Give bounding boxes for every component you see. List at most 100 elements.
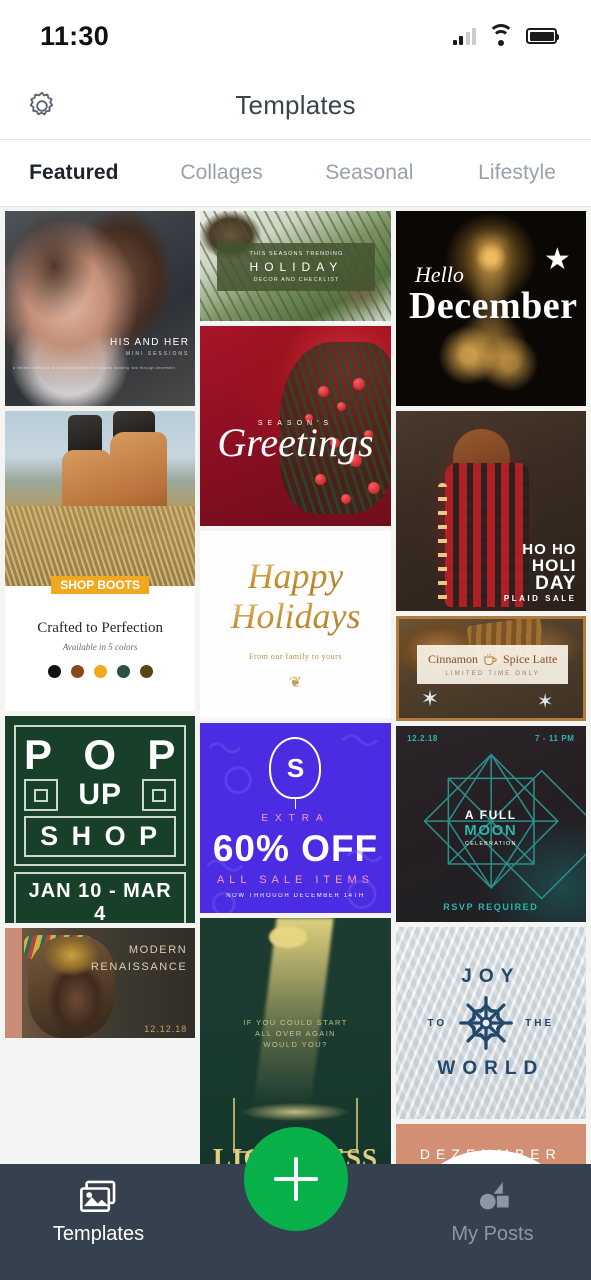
swatch-olive	[139, 664, 153, 678]
battery-icon	[526, 28, 559, 44]
photos-icon	[79, 1180, 115, 1213]
pop-up-shop-frame: P O P UP S H O P	[14, 725, 187, 866]
greetings-text: SEASON'S Greetings	[200, 420, 390, 466]
sale-note: NOW THROUGH DECEMBER 14TH	[226, 893, 365, 899]
happy-holidays-line1: Happy	[247, 556, 344, 597]
boots-subheading: Available in 5 colors	[62, 641, 138, 652]
pop-up-shop-details: JAN 10 - MAR 4 BEAVER ST STUDIOS OPENING…	[14, 872, 187, 923]
bottom-navigation: Templates My Posts	[0, 1127, 591, 1280]
joy-word-the: THE	[525, 1017, 555, 1029]
create-new-button[interactable]	[243, 1127, 348, 1231]
tab-lifestyle[interactable]: Lifestyle	[443, 161, 591, 185]
app-header: Templates	[0, 72, 591, 140]
template-card-his-and-her[interactable]: HIS AND HER MINI SESSIONS a limited coll…	[5, 211, 196, 406]
pop-square-left	[24, 779, 58, 811]
settings-button[interactable]	[20, 84, 64, 128]
full-moon-line3: CELEBRATION	[465, 841, 517, 848]
his-and-her-title: HIS AND HER	[110, 337, 190, 348]
boots-color-swatches	[47, 664, 153, 678]
hello-december-line1: Hello	[414, 261, 464, 287]
status-indicators	[452, 23, 559, 46]
status-bar: 11:30	[0, 0, 591, 72]
wifi-icon	[488, 23, 514, 46]
template-card-holiday-checklist[interactable]: THIS SEASONS TRENDING HOLIDAY DECOR AND …	[200, 211, 391, 321]
nav-item-templates[interactable]: Templates	[0, 1164, 197, 1246]
snowflake-cookie-left: ✶	[420, 686, 440, 712]
shop-boots-tag: SHOP BOOTS	[51, 576, 150, 594]
ho-ho-tagline: PLAID SALE	[503, 594, 577, 603]
ho-ho-line1: HO HO	[522, 541, 577, 558]
template-card-seasons-greetings[interactable]: SEASON'S Greetings	[200, 326, 391, 526]
boots-info: Crafted to Perfection Available in 5 col…	[5, 586, 196, 711]
lightness-quote: IF YOU COULD START ALL OVER AGAIN WOULD …	[200, 1018, 390, 1051]
joy-text-group: JOY TO THE WORLD	[427, 966, 554, 1080]
swatch-black	[47, 664, 61, 678]
grid-column-2: THIS SEASONS TRENDING HOLIDAY DECOR AND …	[200, 211, 391, 1194]
cinnamon-right-text: Spice Latte	[503, 651, 558, 666]
gear-icon	[29, 91, 54, 115]
cinnamon-left-text: Cinnamon	[428, 651, 478, 666]
nav-label-templates: Templates	[52, 1223, 145, 1245]
swatch-amber	[93, 664, 107, 678]
full-moon-line2: MOON	[464, 822, 518, 840]
shapes-icon	[479, 1181, 509, 1210]
renaissance-title-line2: RENAISSANCE	[90, 961, 188, 974]
template-card-joy-to-the-world[interactable]: JOY TO THE WORLD	[395, 927, 586, 1119]
joy-word-world: WORLD	[437, 1058, 545, 1079]
swatch-brown	[70, 664, 84, 678]
his-and-her-body: a limited collection of holiday portrait…	[13, 366, 176, 370]
category-tabs: Featured Collages Seasonal Lifestyle	[0, 140, 591, 207]
tab-featured[interactable]: Featured	[0, 161, 148, 185]
template-grid: HIS AND HER MINI SESSIONS a limited coll…	[0, 207, 591, 1194]
his-and-her-subtitle: MINI SESSIONS	[125, 351, 190, 357]
holiday-band: THIS SEASONS TRENDING HOLIDAY DECOR AND …	[217, 242, 376, 291]
nav-item-my-posts[interactable]: My Posts	[394, 1164, 591, 1246]
template-card-hello-december[interactable]: ★ Hello December	[395, 211, 586, 406]
coffee-cup-icon	[484, 653, 497, 665]
pop-letter-o: O	[83, 731, 117, 778]
template-card-full-moon[interactable]: 12.2.18 7 - 11 PM A FULL MOON CELEBRATIO…	[395, 726, 586, 922]
pop-up-text: UP	[78, 778, 122, 811]
holiday-title: HOLIDAY	[249, 259, 344, 274]
joy-word-joy: JOY	[461, 966, 521, 987]
cinnamon-band: Cinnamon Spice Latte LIMITED TIME ONLY	[417, 644, 569, 684]
balloon-icon: S	[269, 737, 322, 809]
happy-holidays-line2: Holidays	[230, 596, 361, 636]
holiday-eyebrow: THIS SEASONS TRENDING	[249, 250, 344, 257]
tab-seasonal[interactable]: Seasonal	[296, 161, 444, 185]
lightness-quote-line1: IF YOU COULD START	[243, 1018, 348, 1027]
couple-photo	[5, 211, 196, 406]
happy-holidays-subtitle: From our family to yours	[249, 651, 342, 661]
full-moon-line1: A FULL	[464, 808, 517, 823]
tab-collages[interactable]: Collages	[148, 161, 296, 185]
hello-december-text: Hello December	[408, 261, 578, 327]
greetings-title: Greetings	[217, 420, 374, 465]
template-grid-scroll[interactable]: HIS AND HER MINI SESSIONS a limited coll…	[0, 207, 591, 1280]
template-card-happy-holidays[interactable]: Happy Holidays From our family to yours …	[200, 531, 391, 718]
template-card-ho-ho-holiday[interactable]: HO HO HOLI DAY PLAID SALE	[395, 411, 586, 611]
cinnamon-note: LIMITED TIME ONLY	[445, 670, 540, 677]
renaissance-title: MODERN RENAISSANCE	[91, 942, 187, 976]
template-card-60-off-sale[interactable]: S EXTRA 60% OFF ALL SALE ITEMS NOW THROU…	[200, 723, 391, 913]
status-time: 11:30	[40, 20, 110, 51]
template-card-cinnamon-latte[interactable]: ✶ ✶ Cinnamon Spice Latte LIMITED TIME ON…	[395, 616, 586, 721]
hello-december-line2: December	[408, 284, 578, 327]
full-moon-label: A FULL MOON CELEBRATION	[396, 808, 586, 847]
renaissance-title-line1: MODERN	[128, 944, 188, 956]
holiday-subtitle: DECOR AND CHECKLIST	[253, 276, 340, 283]
template-card-pop-up-shop[interactable]: P O P UP S H O P JAN 10 - MAR 4 BEAVER S…	[5, 716, 196, 923]
template-card-modern-renaissance[interactable]: MODERN RENAISSANCE 12.12.18	[5, 928, 196, 1038]
light-beam	[253, 918, 334, 1108]
boots-photo	[5, 411, 196, 586]
pop-shop-text: S H O P	[24, 816, 177, 857]
swatch-green	[116, 664, 130, 678]
signal-bars-icon	[452, 27, 476, 45]
snowflake-cookie-right: ✶	[536, 691, 554, 714]
ho-ho-holiday-text: HO HO HOLI DAY PLAID SALE	[504, 542, 577, 603]
full-moon-footer: RSVP REQUIRED	[443, 902, 539, 913]
template-card-shop-boots[interactable]: SHOP BOOTS Crafted to Perfection Availab…	[5, 411, 196, 711]
ho-ho-line3: DAY	[535, 573, 577, 594]
pop-up-date: JAN 10 - MAR 4	[28, 880, 172, 923]
pop-square-right	[142, 779, 177, 811]
renaissance-date: 12.12.18	[144, 1024, 188, 1034]
